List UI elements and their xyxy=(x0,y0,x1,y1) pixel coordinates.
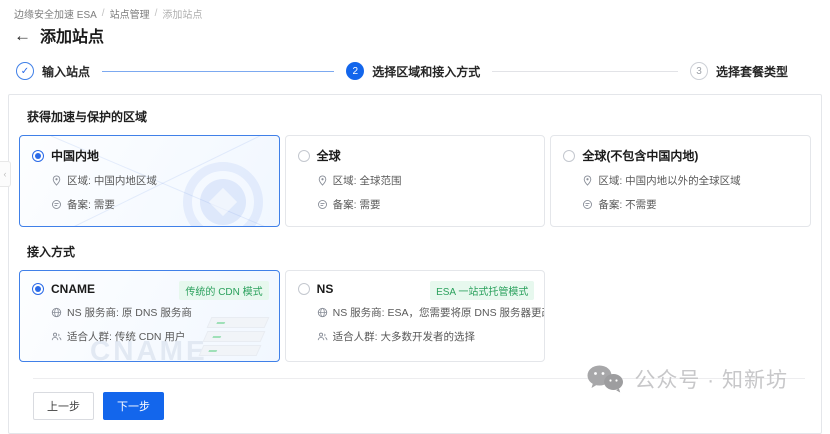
watermark-text: 公众号 · 知新坊 xyxy=(634,364,788,394)
filing-icon xyxy=(317,199,328,210)
step-1-enter-site: ✓ 输入站点 xyxy=(16,62,90,80)
filing-line: 备案: 不需要 xyxy=(598,197,656,212)
radio-access-cname[interactable] xyxy=(32,283,44,295)
filing-icon xyxy=(582,199,593,210)
filing-icon xyxy=(51,199,62,210)
breadcrumb-separator: / xyxy=(155,8,158,19)
breadcrumb-item-add-site: 添加站点 xyxy=(162,6,202,21)
step-label: 选择套餐类型 xyxy=(716,63,788,80)
radio-region-global[interactable] xyxy=(298,150,310,162)
region-section-title: 获得加速与保护的区域 xyxy=(27,108,811,125)
region-card-grid: 中国内地 区域: 中国内地区域 备案: 需要 全球 区域: 全球范围 xyxy=(19,135,811,227)
footer-actions: 上一步 下一步 xyxy=(33,392,811,420)
back-arrow-icon[interactable]: ← xyxy=(14,27,31,44)
users-icon xyxy=(51,331,62,342)
step-indicator: ✓ 输入站点 2 选择区域和接入方式 3 选择套餐类型 xyxy=(16,62,788,80)
previous-step-button[interactable]: 上一步 xyxy=(33,392,94,420)
region-card-global[interactable]: 全球 区域: 全球范围 备案: 需要 xyxy=(285,135,546,227)
region-line: 区域: 中国内地以外的全球区域 xyxy=(598,173,740,188)
audience-line: 适合人群: 大多数开发者的选择 xyxy=(333,329,475,344)
breadcrumb-item-esa[interactable]: 边缘安全加速 ESA xyxy=(14,6,97,21)
region-line: 区域: 中国内地区域 xyxy=(67,173,157,188)
step-label: 选择区域和接入方式 xyxy=(372,63,480,80)
next-step-button[interactable]: 下一步 xyxy=(103,392,164,420)
page-watermark: 公众号 · 知新坊 xyxy=(586,364,788,394)
globe-icon xyxy=(317,307,328,318)
breadcrumb-separator: / xyxy=(102,8,105,19)
chevron-left-icon: ‹ xyxy=(4,169,7,179)
region-card-global-excl-china[interactable]: 全球(不包含中国内地) 区域: 中国内地以外的全球区域 备案: 不需要 xyxy=(550,135,811,227)
page-title: 添加站点 xyxy=(40,23,104,47)
step-check-icon: ✓ xyxy=(16,62,34,80)
step-number-badge: 2 xyxy=(346,62,364,80)
card-title: CNAME xyxy=(51,282,95,296)
location-pin-icon xyxy=(582,175,593,186)
location-pin-icon xyxy=(51,175,62,186)
card-title: NS xyxy=(317,282,334,296)
filing-line: 备案: 需要 xyxy=(67,197,115,212)
audience-line: 适合人群: 传统 CDN 用户 xyxy=(67,329,185,344)
region-line: 区域: 全球范围 xyxy=(333,173,402,188)
wechat-icon xyxy=(586,364,624,394)
step-3-select-plan: 3 选择套餐类型 xyxy=(690,62,788,80)
step-2-select-region-access: 2 选择区域和接入方式 xyxy=(346,62,480,80)
access-card-ns[interactable]: ESA 一站式托管模式 NS NS 服务商: ESA，您需要将原 DNS 服务器… xyxy=(285,270,546,362)
ns-provider-line: NS 服务商: ESA，您需要将原 DNS 服务器更改为 ESA xyxy=(333,305,546,320)
card-title: 全球(不包含中国内地) xyxy=(582,147,698,164)
card-title: 中国内地 xyxy=(51,147,99,164)
sidebar-collapse-handle[interactable]: ‹ xyxy=(0,161,11,187)
globe-icon xyxy=(51,307,62,318)
step-connector xyxy=(102,71,334,72)
radio-access-ns[interactable] xyxy=(298,283,310,295)
users-icon xyxy=(317,331,328,342)
access-card-cname[interactable]: CNAME 传统的 CDN 模式 CNAME NS 服务商: 原 DNS 服务商… xyxy=(19,270,280,362)
ns-provider-line: NS 服务商: 原 DNS 服务商 xyxy=(67,305,192,320)
radio-region-global-excl-china[interactable] xyxy=(563,150,575,162)
location-pin-icon xyxy=(317,175,328,186)
access-card-grid: CNAME 传统的 CDN 模式 CNAME NS 服务商: 原 DNS 服务商… xyxy=(19,270,811,362)
empty-grid-cell xyxy=(550,270,811,362)
step-connector xyxy=(492,71,678,72)
radio-region-china-mainland[interactable] xyxy=(32,150,44,162)
access-section-title: 接入方式 xyxy=(27,243,811,260)
breadcrumb-item-site-management[interactable]: 站点管理 xyxy=(110,6,150,21)
step-number-badge: 3 xyxy=(690,62,708,80)
breadcrumb: 边缘安全加速 ESA / 站点管理 / 添加站点 xyxy=(14,6,202,21)
filing-line: 备案: 需要 xyxy=(333,197,381,212)
page-header: ← 添加站点 xyxy=(14,23,104,47)
card-title: 全球 xyxy=(317,147,341,164)
region-card-china-mainland[interactable]: 中国内地 区域: 中国内地区域 备案: 需要 xyxy=(19,135,280,227)
step-label: 输入站点 xyxy=(42,63,90,80)
